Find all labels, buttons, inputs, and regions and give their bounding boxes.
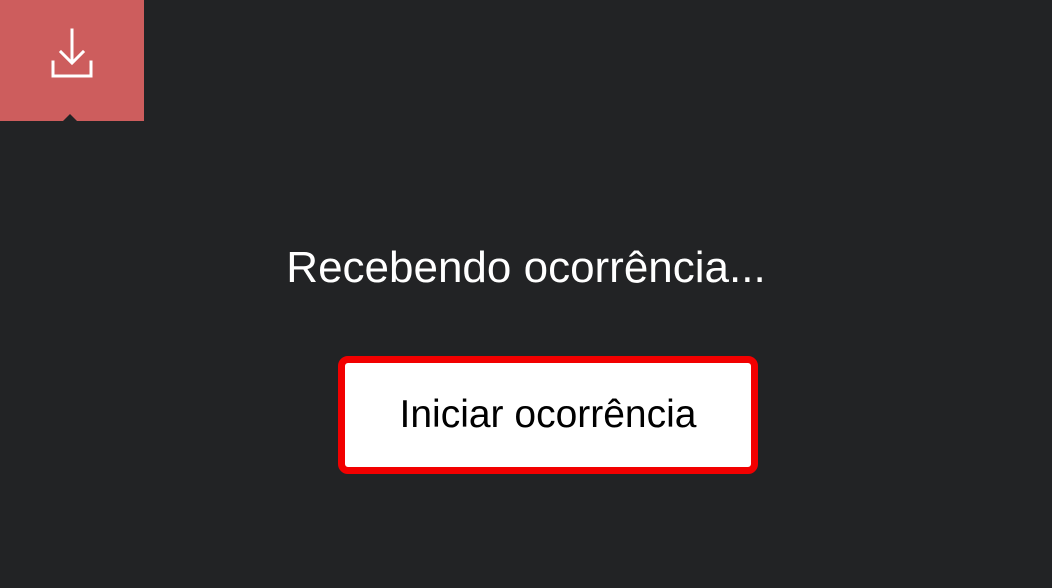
download-tab[interactable] bbox=[0, 0, 144, 121]
download-icon bbox=[51, 28, 93, 78]
start-incident-button[interactable]: Iniciar ocorrência bbox=[338, 356, 758, 474]
incident-screen: Recebendo ocorrência... Iniciar ocorrênc… bbox=[0, 0, 1052, 588]
receiving-status: Recebendo ocorrência... bbox=[286, 243, 766, 292]
